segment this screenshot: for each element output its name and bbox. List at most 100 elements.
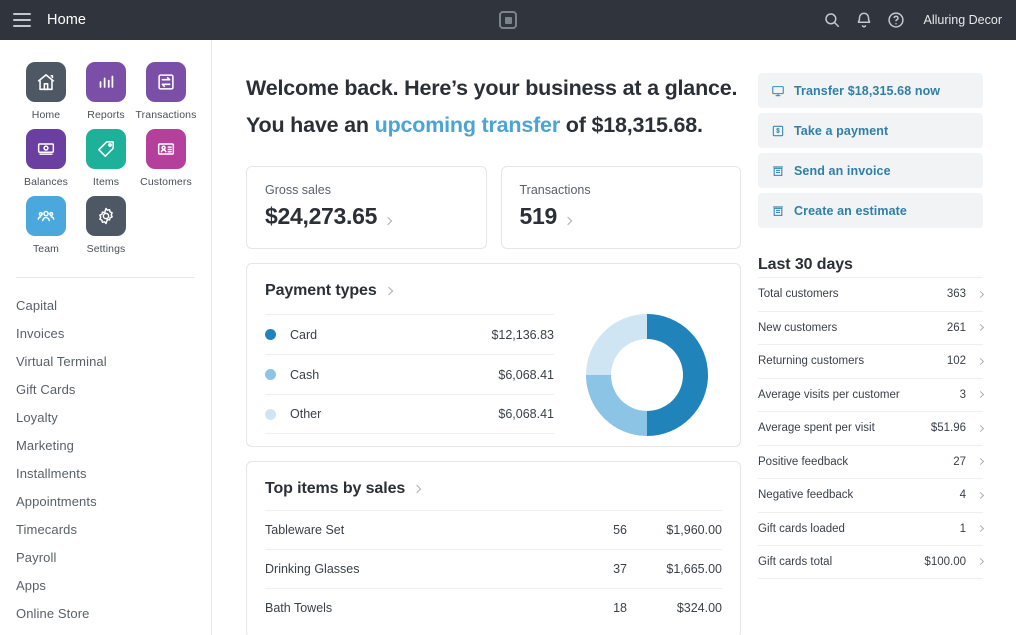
sidebar-tile-home[interactable]: Home xyxy=(16,62,76,121)
house-icon xyxy=(26,62,66,102)
stat-label: Gift cards loaded xyxy=(758,523,845,535)
hamburger-icon[interactable] xyxy=(13,13,31,27)
action-label: Transfer $18,315.68 now xyxy=(794,84,940,98)
action-label: Send an invoice xyxy=(794,164,891,178)
table-row[interactable]: Tableware Set 56 $1,960.00 xyxy=(265,510,722,549)
upcoming-transfer-link[interactable]: upcoming transfer xyxy=(375,113,560,137)
stat-row-gift-cards-loaded[interactable]: Gift cards loaded 1 xyxy=(758,512,983,546)
sidebar-tile-balances[interactable]: Balances xyxy=(16,129,76,188)
sidebar-tile-label: Items xyxy=(93,176,119,188)
bell-icon[interactable] xyxy=(855,11,873,29)
sidebar-item-timecards[interactable]: Timecards xyxy=(16,516,211,544)
chevron-right-icon xyxy=(977,492,984,499)
transfer-now-button[interactable]: Transfer $18,315.68 now xyxy=(758,73,983,108)
stat-row-returning-customers[interactable]: Returning customers 102 xyxy=(758,344,983,378)
sidebar-item-appointments[interactable]: Appointments xyxy=(16,488,211,516)
stat-row-positive-feedback[interactable]: Positive feedback 27 xyxy=(758,445,983,479)
payment-type-row[interactable]: Cash $6,068.41 xyxy=(265,354,554,394)
welcome-headline: Welcome back. Here’s your business at a … xyxy=(246,70,741,144)
people-icon xyxy=(26,196,66,236)
bar-chart-icon xyxy=(86,62,126,102)
account-name[interactable]: Alluring Decor xyxy=(923,13,1002,27)
item-qty: 18 xyxy=(567,601,627,615)
stat-row-gift-cards-total[interactable]: Gift cards total $100.00 xyxy=(758,545,983,579)
sidebar-item-gift-cards[interactable]: Gift Cards xyxy=(16,376,211,404)
payment-types-body: Card $12,136.83 Cash $6,068.41 Other $6,… xyxy=(265,314,722,436)
stat-label: Returning customers xyxy=(758,355,864,367)
tag-icon xyxy=(86,129,126,169)
top-bar: Home Alluring Decor xyxy=(0,0,1016,40)
sidebar-tile-label: Reports xyxy=(87,109,124,121)
sidebar-tile-customers[interactable]: Customers xyxy=(136,129,196,188)
sidebar-tile-settings[interactable]: Settings xyxy=(76,196,136,255)
last-30-days-title: Last 30 days xyxy=(758,256,983,274)
stat-row-average-spent[interactable]: Average spent per visit $51.96 xyxy=(758,411,983,445)
gross-sales-card[interactable]: Gross sales $24,273.65 xyxy=(246,166,487,249)
payment-types-legend: Card $12,136.83 Cash $6,068.41 Other $6,… xyxy=(265,314,572,436)
payment-type-row[interactable]: Other $6,068.41 xyxy=(265,394,554,434)
sidebar-tile-items[interactable]: Items xyxy=(76,129,136,188)
headline-line-1: Welcome back. Here’s your business at a … xyxy=(246,70,741,107)
sidebar-item-online-store[interactable]: Online Store xyxy=(16,600,211,628)
legend-dot-cash xyxy=(265,369,276,380)
payment-types-header[interactable]: Payment types xyxy=(265,282,722,300)
sidebar-tile-label: Transactions xyxy=(136,109,197,121)
sidebar-tile-label: Customers xyxy=(140,176,192,188)
stat-label: Gift cards total xyxy=(758,556,832,568)
create-estimate-button[interactable]: Create an estimate xyxy=(758,193,983,228)
transactions-value-row: 519 xyxy=(520,203,723,230)
stat-label: Positive feedback xyxy=(758,456,848,468)
stat-label: Average visits per customer xyxy=(758,389,900,401)
payment-type-label: Other xyxy=(290,407,321,421)
help-circle-icon[interactable] xyxy=(887,11,905,29)
top-items-header[interactable]: Top items by sales xyxy=(265,480,722,498)
stat-row-total-customers[interactable]: Total customers 363 xyxy=(758,277,983,311)
sidebar-tile-label: Team xyxy=(33,243,59,255)
exchange-icon xyxy=(146,62,186,102)
stat-label: Total customers xyxy=(758,288,839,300)
gross-sales-label: Gross sales xyxy=(265,183,468,197)
item-qty: 56 xyxy=(567,523,627,537)
stat-value: 4 xyxy=(960,489,966,501)
sidebar-item-payroll[interactable]: Payroll xyxy=(16,544,211,572)
chevron-right-icon xyxy=(977,558,984,565)
item-qty: 37 xyxy=(567,562,627,576)
sidebar-item-installments[interactable]: Installments xyxy=(16,460,211,488)
send-invoice-button[interactable]: Send an invoice xyxy=(758,153,983,188)
invoice-icon xyxy=(771,164,785,178)
sidebar-tile-reports[interactable]: Reports xyxy=(76,62,136,121)
sidebar-item-virtual-terminal[interactable]: Virtual Terminal xyxy=(16,348,211,376)
stat-row-new-customers[interactable]: New customers 261 xyxy=(758,311,983,345)
search-icon[interactable] xyxy=(823,11,841,29)
sidebar-item-capital[interactable]: Capital xyxy=(16,292,211,320)
sidebar-tile-transactions[interactable]: Transactions xyxy=(136,62,196,121)
payment-type-amount: $6,068.41 xyxy=(498,368,554,382)
stat-value: $51.96 xyxy=(931,422,966,434)
summary-stats: Gross sales $24,273.65 Transactions 519 xyxy=(246,166,741,249)
payment-type-label: Card xyxy=(290,328,317,342)
transactions-card[interactable]: Transactions 519 xyxy=(501,166,742,249)
table-row[interactable]: Drinking Glasses 37 $1,665.00 xyxy=(265,549,722,588)
headline-prefix: You have an xyxy=(246,113,375,137)
stat-label: Average spent per visit xyxy=(758,422,875,434)
stat-row-negative-feedback[interactable]: Negative feedback 4 xyxy=(758,478,983,512)
donut-chart-wrap xyxy=(572,314,722,436)
stat-value: 102 xyxy=(947,355,966,367)
transfer-terminal-icon xyxy=(771,84,785,98)
headline-line-2: You have an upcoming transfer of $18,315… xyxy=(246,107,741,144)
stat-value: 363 xyxy=(947,288,966,300)
top-items-table: Tableware Set 56 $1,960.00 Drinking Glas… xyxy=(265,510,722,627)
payment-type-row[interactable]: Card $12,136.83 xyxy=(265,314,554,354)
square-logo xyxy=(499,11,517,29)
sidebar-item-loyalty[interactable]: Loyalty xyxy=(16,404,211,432)
sidebar-tile-team[interactable]: Team xyxy=(16,196,76,255)
sidebar-item-invoices[interactable]: Invoices xyxy=(16,320,211,348)
table-row[interactable]: Bath Towels 18 $324.00 xyxy=(265,588,722,627)
sidebar-item-marketing[interactable]: Marketing xyxy=(16,432,211,460)
stat-value: 27 xyxy=(953,456,966,468)
take-payment-button[interactable]: Take a payment xyxy=(758,113,983,148)
sidebar-item-apps[interactable]: Apps xyxy=(16,572,211,600)
stat-label: Negative feedback xyxy=(758,489,853,501)
stat-row-average-visits[interactable]: Average visits per customer 3 xyxy=(758,378,983,412)
chevron-right-icon xyxy=(977,458,984,465)
